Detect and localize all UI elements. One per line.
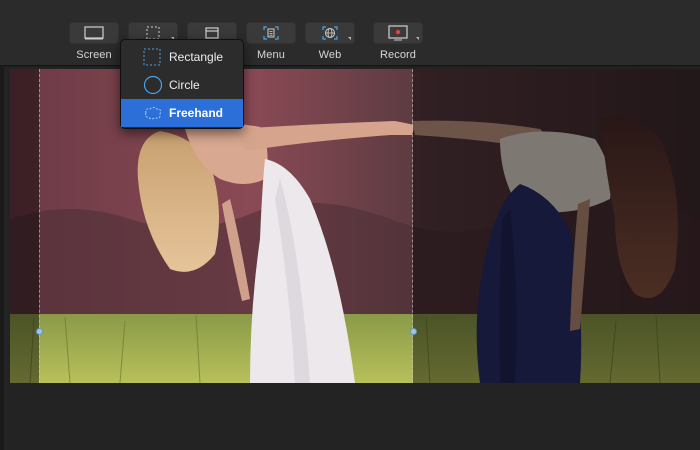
selection-handle-right[interactable]: [410, 328, 417, 335]
selection-shade-left: [10, 69, 39, 383]
menu-icon: [263, 26, 279, 40]
circle-icon: [143, 75, 163, 95]
screen-tool-label: Screen: [76, 49, 112, 61]
menu-item-label: Freehand: [169, 106, 224, 120]
menu-tool-button[interactable]: Menu: [246, 22, 296, 66]
rectangle-icon: [143, 48, 161, 66]
menu-item-circle[interactable]: Circle: [121, 71, 243, 99]
record-tool-button[interactable]: Record: [373, 22, 423, 66]
canvas-edge: [0, 67, 4, 450]
web-tool-label: Web: [318, 49, 342, 61]
dropdown-caret-icon: [416, 37, 419, 40]
captured-photo: [10, 69, 700, 383]
window-icon: [205, 27, 219, 39]
selection-shape-menu: Rectangle Circle Freehand: [120, 39, 244, 129]
menu-tool-label: Menu: [257, 49, 285, 61]
capture-toolbar: Screen Menu Web Record: [0, 0, 700, 66]
freehand-icon: [144, 107, 162, 120]
dropdown-caret-icon: [348, 37, 351, 40]
selection-shade-right: [413, 69, 700, 383]
selection-handle-left[interactable]: [36, 328, 43, 335]
region-icon: [146, 26, 160, 40]
globe-icon: [322, 26, 338, 40]
menu-item-rectangle[interactable]: Rectangle: [121, 43, 243, 71]
screen-icon: [84, 26, 104, 40]
menu-item-freehand[interactable]: Freehand: [121, 99, 243, 127]
web-tool-button[interactable]: Web: [305, 22, 355, 66]
screen-tool-button[interactable]: Screen: [69, 22, 119, 66]
menu-item-label: Rectangle: [169, 50, 224, 64]
record-icon: [388, 25, 408, 41]
record-tool-label: Record: [379, 49, 417, 61]
menu-item-label: Circle: [169, 78, 200, 92]
